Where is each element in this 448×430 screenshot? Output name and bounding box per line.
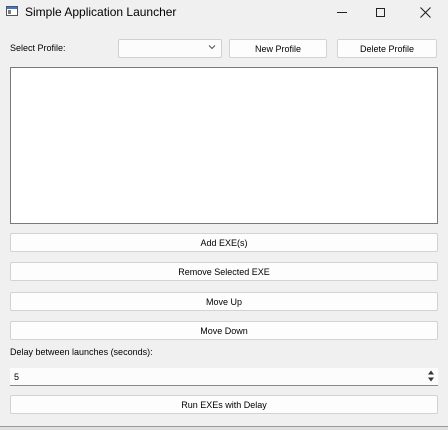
run-exes-button[interactable]: Run EXEs with Delay [10,395,438,414]
delay-spinbox[interactable]: 5 [10,368,438,386]
close-icon [419,7,431,18]
move-down-button[interactable]: Move Down [10,321,438,340]
delay-value: 5 [14,372,20,382]
window-title: Simple Application Launcher [25,5,177,19]
chevron-down-icon [208,45,216,50]
delete-profile-button[interactable]: Delete Profile [337,39,437,58]
remove-selected-exe-button[interactable]: Remove Selected EXE [10,262,438,281]
maximize-button[interactable] [358,0,402,25]
spin-arrows[interactable] [427,370,435,382]
select-profile-label: Select Profile: [10,43,66,53]
new-profile-button[interactable]: New Profile [229,39,327,58]
profile-select[interactable] [118,39,222,58]
maximize-icon [375,8,385,17]
title-bar[interactable]: Simple Application Launcher [0,0,448,25]
spin-down-icon[interactable] [427,377,435,382]
add-exe-button[interactable]: Add EXE(s) [10,233,438,252]
delay-label: Delay between launches (seconds): [10,347,153,357]
window-bottom-edge [0,426,448,430]
move-up-button[interactable]: Move Up [10,292,438,311]
minimize-icon [337,12,347,13]
close-button[interactable] [403,0,447,25]
spin-up-icon[interactable] [427,370,435,375]
app-window: Simple Application Launcher Select Profi… [0,0,448,427]
app-window-icon [6,6,18,16]
exe-listbox[interactable] [10,67,438,224]
